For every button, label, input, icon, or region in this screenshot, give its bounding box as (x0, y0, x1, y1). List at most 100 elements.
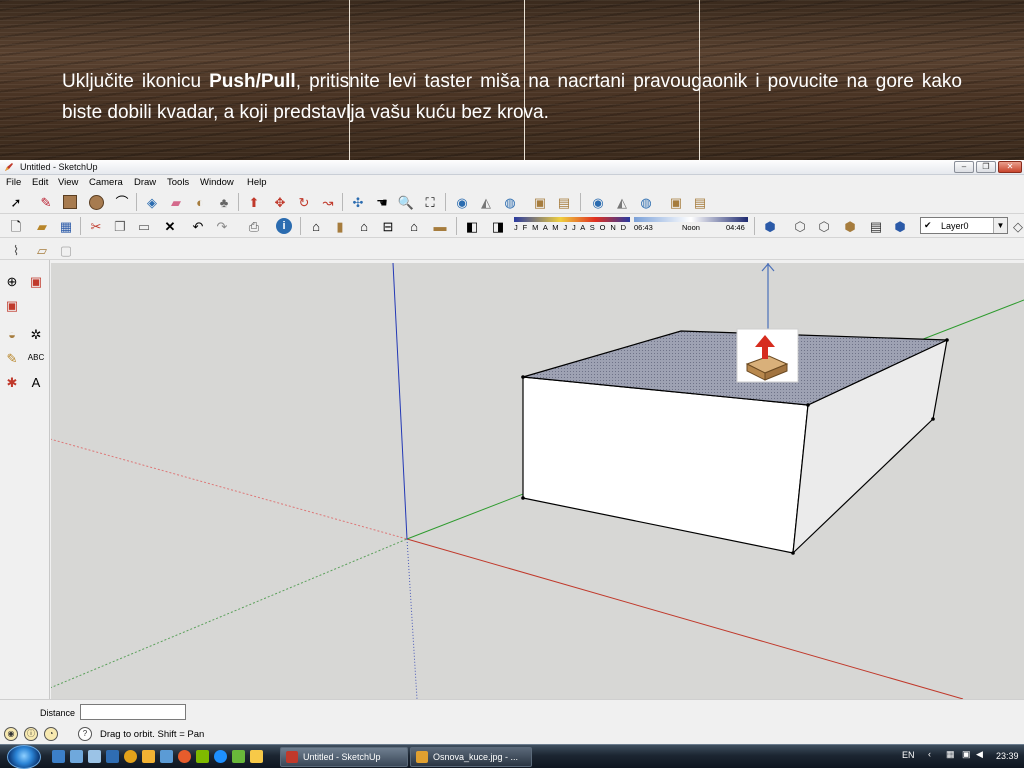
copy-icon[interactable]: ❐ (110, 216, 130, 236)
show-desktop-icon[interactable] (52, 750, 65, 763)
quicklaunch-icon[interactable] (88, 750, 101, 763)
new-file-icon[interactable]: 🗋 (6, 216, 26, 236)
menu-tools[interactable]: Tools (167, 177, 189, 188)
arc-icon[interactable]: ⌒ (112, 192, 132, 212)
menu-draw[interactable]: Draw (134, 177, 156, 188)
quicklaunch-icon[interactable] (232, 750, 245, 763)
help-icon[interactable]: ? (78, 727, 92, 741)
credits-icon[interactable]: ⓘ (24, 727, 38, 741)
make-component-icon[interactable]: ◈ (142, 192, 162, 212)
georeference-icon[interactable]: ◉ (4, 727, 18, 741)
task-sketchup[interactable]: Untitled - SketchUp (280, 747, 408, 767)
walk-icon[interactable]: ▣ (26, 271, 46, 291)
wireframe-icon[interactable]: ⬡ (790, 216, 810, 236)
look-around-icon[interactable]: ▣ (2, 295, 22, 315)
quicklaunch-icon[interactable] (106, 750, 119, 763)
get-models-2-icon[interactable]: ◉ (588, 192, 608, 212)
ie-icon[interactable] (214, 750, 227, 763)
display-shadows-icon[interactable]: ◨ (488, 216, 508, 236)
google-earth-2-icon[interactable]: ◍ (636, 192, 656, 212)
drape-icon[interactable]: ▢ (56, 240, 76, 260)
3d-text-icon[interactable]: A (26, 372, 46, 392)
rectangle-icon[interactable] (60, 192, 80, 212)
chevron-left-icon[interactable]: ‹ (928, 749, 931, 759)
pan-icon[interactable]: ☚ (372, 192, 392, 212)
google-earth-icon[interactable]: ◍ (500, 192, 520, 212)
photo-textures-icon[interactable]: ▤ (690, 192, 710, 212)
text-icon[interactable]: ✎ (2, 348, 22, 368)
dimension-icon[interactable]: ◒ (2, 324, 22, 344)
distance-field[interactable] (80, 704, 186, 720)
paint-bucket-icon[interactable]: ♣ (214, 192, 234, 212)
user-icon[interactable]: ◔ (44, 727, 58, 741)
paste-icon[interactable]: ▭ (134, 216, 154, 236)
menu-view[interactable]: View (58, 177, 78, 188)
monochrome-icon[interactable]: ⬢ (890, 216, 910, 236)
left-view-icon[interactable]: ▬ (430, 216, 450, 236)
print-icon[interactable]: ⎙ (244, 216, 264, 236)
cut-icon[interactable]: ✂ (86, 216, 106, 236)
monitor-icon[interactable]: ▣ (962, 749, 971, 760)
shaded-icon[interactable]: ⬢ (840, 216, 860, 236)
get-models-icon[interactable]: ◉ (452, 192, 472, 212)
get-current-view-icon[interactable]: ▣ (530, 192, 550, 212)
layer-manager-icon[interactable]: ◇ (1008, 216, 1024, 236)
circle-icon[interactable] (86, 192, 106, 212)
quicklaunch-icon[interactable] (124, 750, 137, 763)
quicklaunch-icon[interactable] (142, 750, 155, 763)
follow-me-icon[interactable]: ↝ (318, 192, 338, 212)
chevron-down-icon[interactable]: ▼ (993, 218, 1007, 233)
shaded-textures-icon[interactable]: ▤ (866, 216, 886, 236)
model-info-icon[interactable]: i (274, 216, 294, 236)
label-icon[interactable]: ABC (26, 348, 46, 368)
start-button[interactable] (7, 745, 41, 769)
shadow-date-slider[interactable]: J F M A M J J A S O N D (514, 217, 630, 235)
redo-icon[interactable]: ↷ (212, 216, 232, 236)
xray-icon[interactable]: ⬢ (760, 216, 780, 236)
position-camera-icon[interactable]: ⊕ (2, 271, 22, 291)
orbit-icon[interactable]: ✣ (348, 192, 368, 212)
front-view-icon[interactable]: ⌂ (354, 216, 374, 236)
pencil-icon[interactable]: ✎ (36, 192, 56, 212)
task-image-viewer[interactable]: Osnova_kuce.jpg - ... (410, 747, 532, 767)
eraser-icon[interactable]: ▰ (166, 192, 186, 212)
right-view-icon[interactable]: ⊟ (378, 216, 398, 236)
zoom-icon[interactable]: 🔍 (396, 192, 416, 212)
place-model-icon[interactable]: ▣ (666, 192, 686, 212)
clock[interactable]: 23:39 (996, 751, 1019, 761)
open-folder-icon[interactable]: ▰ (32, 216, 52, 236)
shadow-time-slider[interactable]: 06:43 Noon 04:46 (634, 217, 748, 235)
top-view-icon[interactable]: ▮ (330, 216, 350, 236)
toggle-terrain-icon[interactable]: ▤ (554, 192, 574, 212)
share-model-2-icon[interactable]: ◭ (612, 192, 632, 212)
quicklaunch-icon[interactable] (250, 750, 263, 763)
iso-view-icon[interactable]: ⌂ (306, 216, 326, 236)
language-indicator[interactable]: EN (902, 750, 915, 760)
quicklaunch-icon[interactable] (178, 750, 191, 763)
menu-window[interactable]: Window (200, 177, 234, 188)
quicklaunch-icon[interactable] (196, 750, 209, 763)
close-button[interactable]: ✕ (998, 161, 1022, 173)
menu-camera[interactable]: Camera (89, 177, 123, 188)
erase-icon[interactable]: ✕ (160, 216, 180, 236)
rotate-icon[interactable]: ↻ (294, 192, 314, 212)
move-icon[interactable]: ✥ (270, 192, 290, 212)
box-front-face[interactable] (522, 376, 809, 554)
axes-icon[interactable]: ✱ (2, 372, 22, 392)
menu-help[interactable]: Help (247, 177, 267, 188)
maximize-button[interactable]: ❐ (976, 161, 996, 173)
network-icon[interactable]: ▦ (946, 749, 955, 760)
save-icon[interactable]: ▦ (56, 216, 76, 236)
model-canvas[interactable] (51, 263, 1024, 699)
zoom-extents-icon[interactable]: ⛶ (420, 192, 440, 212)
tape-measure-icon[interactable]: ◐ (190, 192, 210, 212)
drawing-viewport[interactable] (51, 263, 1024, 699)
menu-file[interactable]: File (6, 177, 21, 188)
quicklaunch-icon[interactable] (70, 750, 83, 763)
volume-icon[interactable]: ◀ (976, 749, 983, 760)
protractor-icon[interactable]: ✲ (26, 324, 46, 344)
stamp-icon[interactable]: ▱ (32, 240, 52, 260)
layer-select[interactable]: ✔ Layer0 ▼ (920, 217, 1008, 234)
undo-icon[interactable]: ↶ (188, 216, 208, 236)
shadow-settings-icon[interactable]: ◧ (462, 216, 482, 236)
